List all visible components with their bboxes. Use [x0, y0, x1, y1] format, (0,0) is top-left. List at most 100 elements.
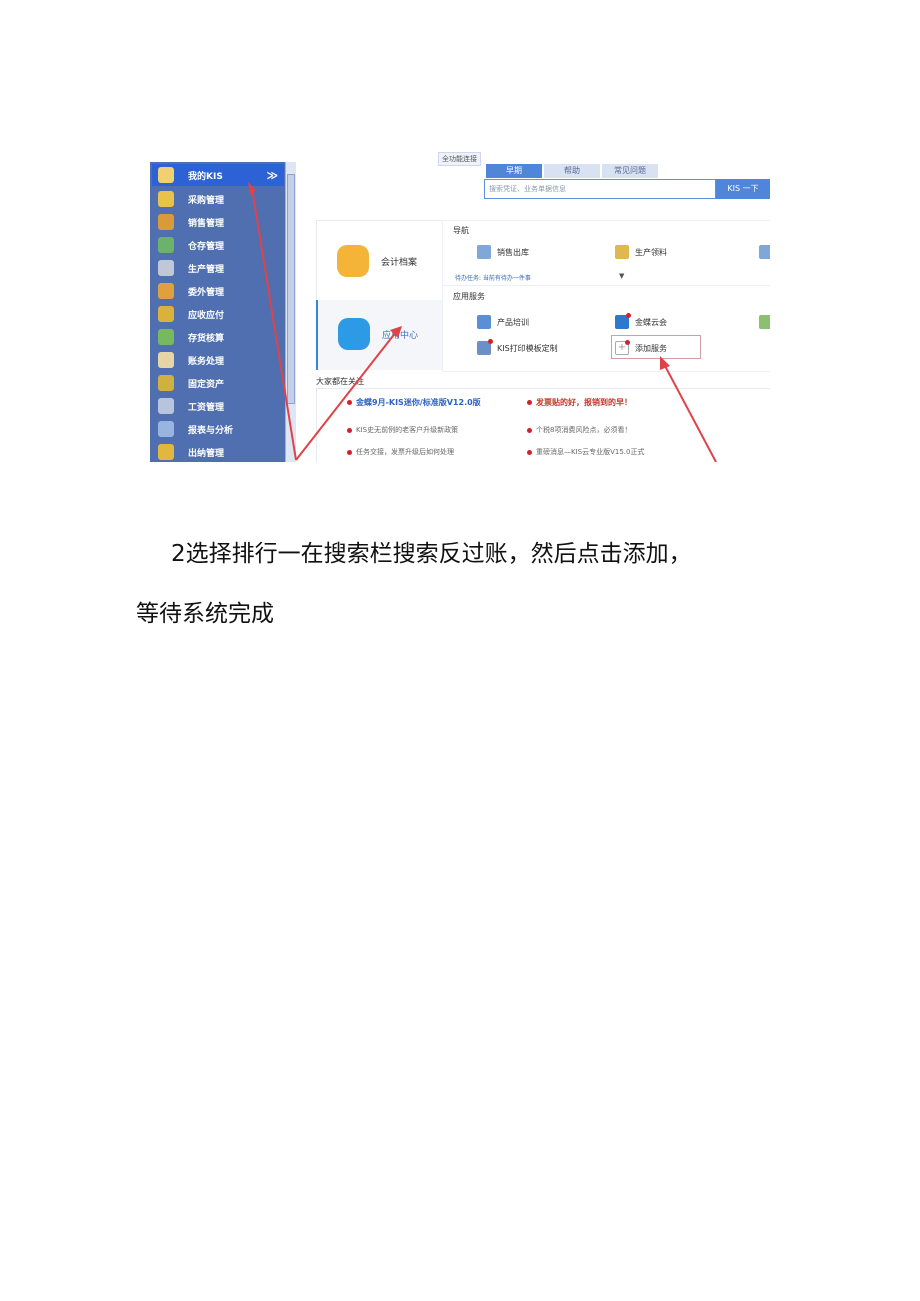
- accounting-icon: [158, 352, 174, 368]
- service-more[interactable]: [759, 315, 770, 329]
- divider: [443, 285, 770, 286]
- news-item-left-1[interactable]: KIS史无前例的老客户升级新政策: [347, 425, 458, 435]
- card-label: 应用中心: [382, 331, 419, 341]
- sidebar-item-label: 固定资产: [188, 379, 225, 390]
- nav-item-label: 生产领料: [635, 247, 667, 257]
- sidebar-item-label: 我的KIS: [188, 171, 223, 182]
- scrollbar-thumb[interactable]: [287, 174, 295, 404]
- sidebar-item-inventory[interactable]: 存货核算: [152, 326, 284, 348]
- sidebar-item-outsource[interactable]: 委外管理: [152, 280, 284, 302]
- plus-icon: +: [615, 340, 630, 355]
- news-dot-icon: [347, 427, 352, 433]
- sidebar-item-label: 委外管理: [188, 287, 225, 298]
- news-text: 金蝶9月-KIS迷你/标准版V12.0版: [356, 398, 481, 407]
- nav-item-production-pick[interactable]: 生产领料: [615, 245, 667, 259]
- house-icon: [477, 245, 491, 259]
- news-text: 个税8项消费风险点，必须看！: [536, 426, 632, 434]
- nav-item-more[interactable]: [759, 245, 770, 259]
- my-kis-icon: [158, 167, 174, 183]
- service-print-template[interactable]: KIS打印模板定制: [477, 339, 558, 355]
- news-text: 发票贴的好，报销到的早！: [536, 398, 632, 407]
- services-title: 应用服务: [453, 292, 485, 301]
- news-item-right-2[interactable]: 重磅消息—KIS云专业版V15.0正式: [527, 447, 644, 457]
- news-text: 重磅消息—KIS云专业版V15.0正式: [536, 448, 645, 456]
- salary-icon: [158, 398, 174, 414]
- news-headline-left[interactable]: 金蝶9月-KIS迷你/标准版V12.0版: [347, 397, 517, 408]
- sidebar-item-label: 出纳管理: [188, 448, 225, 459]
- tab-faq[interactable]: 常见问题: [602, 164, 658, 178]
- app-center-card[interactable]: 应用中心: [316, 300, 444, 370]
- focus-title: 大家都在关注: [316, 377, 364, 386]
- cloud-meeting-icon: [615, 313, 631, 329]
- sidebar-item-report[interactable]: 报表与分析: [152, 418, 284, 440]
- tab-help[interactable]: 帮助: [544, 164, 600, 178]
- dropdown-arrow-icon[interactable]: ▼: [619, 272, 624, 280]
- sidebar-item-label: 仓存管理: [188, 241, 225, 252]
- search-input[interactable]: 搜索凭证、业务单据信息: [484, 179, 716, 199]
- sidebar-item-label: 工资管理: [188, 402, 225, 413]
- sidebar-item-label: 采购管理: [188, 195, 225, 206]
- service-label: 金蝶云会: [635, 317, 667, 327]
- sidebar-item-label: 账务处理: [188, 356, 225, 367]
- service-label: 产品培训: [497, 317, 529, 327]
- training-icon: [477, 315, 491, 329]
- sidebar-item-purchase[interactable]: 采购管理: [152, 188, 284, 210]
- sidebar-item-receivable[interactable]: 应收应付: [152, 303, 284, 325]
- sales-icon: [158, 214, 174, 230]
- instruction-line-2: 等待系统完成: [136, 601, 274, 627]
- image-icon: [759, 315, 770, 329]
- news-dot-icon: [347, 449, 352, 455]
- focus-news-box: 金蝶9月-KIS迷你/标准版V12.0版 KIS史无前例的老客户升级新政策 任务…: [316, 388, 770, 462]
- report-icon: [158, 421, 174, 437]
- service-label: KIS打印模板定制: [497, 343, 558, 353]
- todo-link[interactable]: 待办任务: 当前有待办一件事: [455, 273, 531, 282]
- inventory-icon: [158, 329, 174, 345]
- expand-chevron-icon[interactable]: ≫: [266, 169, 278, 182]
- print-icon: [477, 339, 493, 355]
- news-text: 任务交接，发票升级后如何处理: [356, 448, 454, 456]
- cashier-icon: [158, 444, 174, 460]
- card-label: 会计档案: [381, 258, 418, 268]
- production-icon: [158, 260, 174, 276]
- sidebar-item-production[interactable]: 生产管理: [152, 257, 284, 279]
- sidebar-item-warehouse[interactable]: 仓存管理: [152, 234, 284, 256]
- sidebar-item-salary[interactable]: 工资管理: [152, 395, 284, 417]
- news-text: KIS史无前例的老客户升级新政策: [356, 426, 459, 434]
- sidebar-item-fixed-asset[interactable]: 固定资产: [152, 372, 284, 394]
- truck-icon: [759, 245, 770, 259]
- nav-item-sales-out[interactable]: 销售出库: [477, 245, 529, 259]
- sidebar-item-accounting[interactable]: 账务处理: [152, 349, 284, 371]
- news-dot-icon: [527, 449, 532, 455]
- add-service-button[interactable]: + 添加服务: [615, 340, 667, 355]
- folder-icon: [615, 245, 629, 259]
- sidebar-item-label: 销售管理: [188, 218, 225, 229]
- receivable-icon: [158, 306, 174, 322]
- nav-title: 导航: [453, 226, 469, 235]
- service-product-training[interactable]: 产品培训: [477, 315, 529, 329]
- search-button[interactable]: KIS 一下: [716, 179, 770, 199]
- sidebar-scrollbar[interactable]: [285, 162, 296, 462]
- service-label: 添加服务: [635, 343, 667, 353]
- news-dot-icon: [527, 427, 532, 433]
- service-kingdee-cloud[interactable]: 金蝶云会: [615, 313, 667, 329]
- news-dot-icon: [527, 400, 532, 405]
- news-headline-right[interactable]: 发票贴的好，报销到的早！: [527, 397, 632, 408]
- function-caption[interactable]: 全功能连接: [438, 152, 481, 166]
- sidebar-item-label: 生产管理: [188, 264, 225, 275]
- purchase-icon: [158, 191, 174, 207]
- tab-early[interactable]: 早期: [486, 164, 542, 178]
- accounting-archive-card[interactable]: 会计档案: [316, 220, 444, 302]
- news-dot-icon: [347, 400, 352, 405]
- sidebar-item-my-kis[interactable]: 我的KIS ≫: [152, 164, 284, 186]
- warehouse-icon: [158, 237, 174, 253]
- sidebar-item-label: 应收应付: [188, 310, 225, 321]
- news-item-left-2[interactable]: 任务交接，发票升级后如何处理: [347, 447, 454, 457]
- sidebar-item-label: 存货核算: [188, 333, 225, 344]
- folder-icon: [337, 245, 369, 277]
- news-item-right-1[interactable]: 个税8项消费风险点，必须看！: [527, 425, 631, 435]
- outsource-icon: [158, 283, 174, 299]
- sidebar-item-cashier[interactable]: 出纳管理: [152, 441, 284, 462]
- nav-item-label: 销售出库: [497, 247, 529, 257]
- sidebar-item-sales[interactable]: 销售管理: [152, 211, 284, 233]
- fixed-asset-icon: [158, 375, 174, 391]
